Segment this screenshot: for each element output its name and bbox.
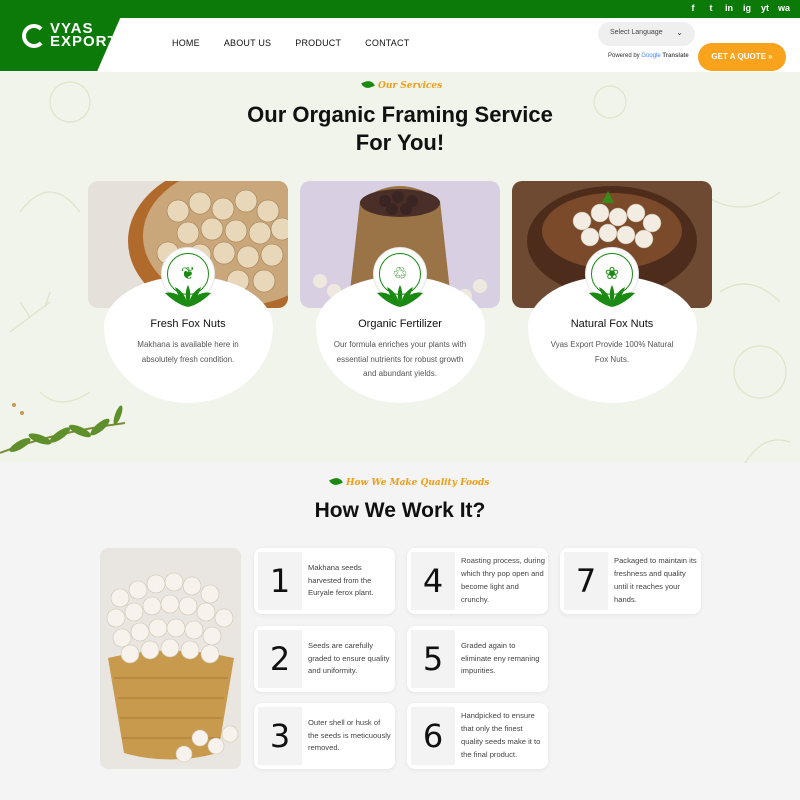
step-number: 2 <box>258 630 302 688</box>
process-step-3: 3 Outer shell or husk of the seeds is met… <box>254 703 395 769</box>
powered-by-google-translate: Powered by Google Translate <box>608 53 689 59</box>
leaves-icon <box>165 285 211 307</box>
logo-text: VYAS EXPORT <box>50 21 118 50</box>
step-number: 3 <box>258 707 302 765</box>
process-step-5: 5 Graded again to eliminate eny remaning … <box>407 626 548 692</box>
whatsapp-icon[interactable]: wa <box>778 3 790 13</box>
card-description: Vyas Export Provide 100% Natural Fox Nut… <box>550 340 674 364</box>
step-text: Packaged to maintain its freshness and q… <box>614 556 697 604</box>
card-title: Natural Fox Nuts <box>570 318 654 330</box>
nav-home[interactable]: HOME <box>172 38 200 48</box>
step-text: Handpicked to ensure that only the fines… <box>461 711 541 759</box>
step-number: 6 <box>411 707 455 765</box>
step-number: 7 <box>564 552 608 610</box>
youtube-icon[interactable]: yt <box>760 3 770 13</box>
leaves-icon <box>589 285 635 307</box>
services-title: Our Organic Framing Service For You! <box>0 101 800 157</box>
translate-link[interactable]: Translate <box>662 53 688 59</box>
leaves-icon <box>377 285 423 307</box>
herb-branch-illustration <box>0 403 126 454</box>
process-step-4: 4 Roasting process, during which thry pop… <box>407 548 548 614</box>
twitter-icon[interactable]: t <box>706 3 716 13</box>
services-eyebrow: Our Services <box>361 79 443 91</box>
language-select[interactable]: Select Language ⌄ <box>598 22 695 46</box>
logo-line2: EXPORT <box>50 33 118 50</box>
services-title-line2: For You! <box>355 130 445 155</box>
process-step-6: 6 Handpicked to ensure that only the fine… <box>407 703 548 769</box>
nav-contact[interactable]: CONTACT <box>365 38 409 48</box>
linkedin-icon[interactable]: in <box>724 3 734 13</box>
process-step-1: 1 Makhana seeds harvested from the Euryal… <box>254 548 395 614</box>
main-nav: HOME ABOUT US PRODUCT CONTACT <box>172 38 409 48</box>
services-eyebrow-text: Our Services <box>378 81 443 91</box>
language-select-label: Select Language <box>610 29 663 36</box>
makhana-basket-image <box>100 548 241 769</box>
card-title: Fresh Fox Nuts <box>150 318 226 330</box>
get-a-quote-button[interactable]: GET A QUOTE » <box>698 43 786 71</box>
facebook-icon[interactable]: f <box>688 3 698 13</box>
step-number: 1 <box>258 552 302 610</box>
process-step-2: 2 Seeds are carefully graded to ensure qu… <box>254 626 395 692</box>
step-text: Outer shell or husk of the seeds is meti… <box>308 717 391 753</box>
leaf-icon <box>361 79 375 90</box>
service-card-fresh-fox-nuts[interactable]: ❦ Fresh Fox Nuts Makhana is available he… <box>88 181 288 403</box>
nav-about-us[interactable]: ABOUT US <box>224 38 271 48</box>
step-text: Seeds are carefully graded to ensure qua… <box>308 640 390 676</box>
logo-mark-icon <box>22 24 46 48</box>
step-text: Graded again to eliminate eny remaning i… <box>461 640 540 676</box>
card-title: Organic Fertilizer <box>358 318 442 330</box>
services-title-line1: Our Organic Framing Service <box>247 102 553 127</box>
step-text: Makhana seeds harvested from the Euryale… <box>308 562 374 598</box>
instagram-icon[interactable]: ig <box>742 3 752 13</box>
leaf-icon <box>329 476 343 487</box>
service-card-organic-fertilizer[interactable]: ♲ Organic Fertilizer Our formula enriche… <box>300 181 500 403</box>
step-number: 5 <box>411 630 455 688</box>
card-description: Our formula enriches your plants with es… <box>333 340 467 378</box>
card-description: Makhana is available here in absolutely … <box>137 340 239 364</box>
service-card-natural-fox-nuts[interactable]: ❀ Natural Fox Nuts Vyas Export Provide 1… <box>512 181 712 403</box>
process-eyebrow-text: How We Make Quality Foods <box>346 478 490 488</box>
step-number: 4 <box>411 552 455 610</box>
chevron-down-icon: ⌄ <box>676 28 683 37</box>
process-eyebrow: How We Make Quality Foods <box>329 476 490 488</box>
nav-product[interactable]: PRODUCT <box>295 38 341 48</box>
process-step-7: 7 Packaged to maintain its freshness and … <box>560 548 701 614</box>
powered-by-text: Powered by <box>608 53 640 59</box>
step-text: Roasting process, during which thry pop … <box>461 556 545 604</box>
social-links: f t in ig yt wa <box>688 3 791 13</box>
google-logo-text: Google <box>641 53 661 59</box>
process-title: How We Work It? <box>314 499 486 522</box>
